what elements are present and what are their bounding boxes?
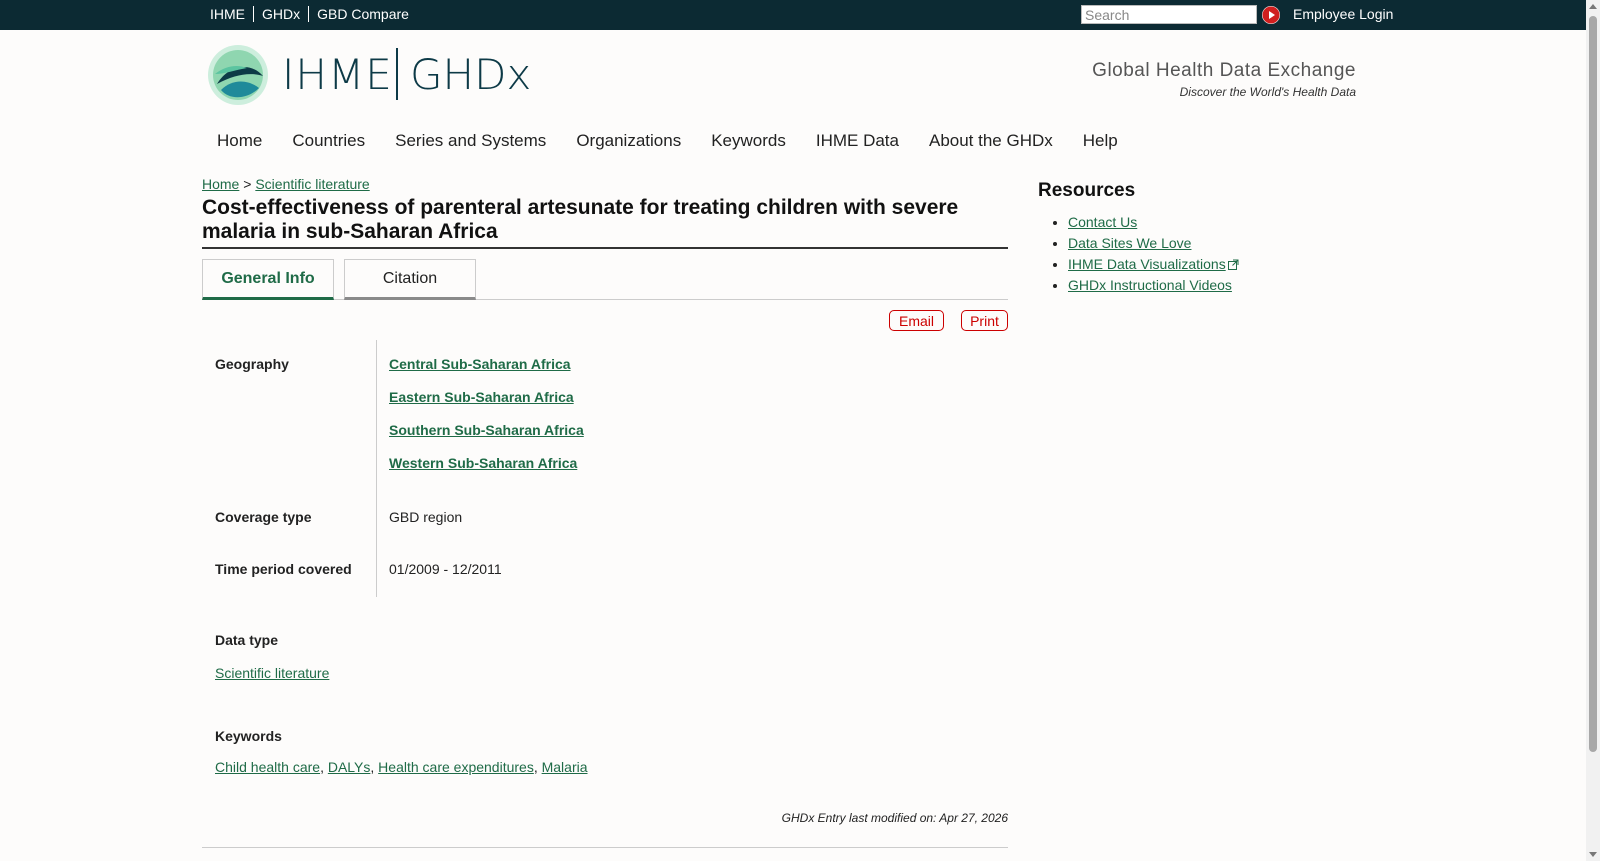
resources-item: Data Sites We Love: [1068, 235, 1239, 251]
geography-label: Geography: [215, 356, 289, 372]
search-go-button[interactable]: [1262, 6, 1280, 24]
geography-link-western[interactable]: Western Sub-Saharan Africa: [389, 455, 577, 471]
nav-item-about[interactable]: About the GHDx: [914, 131, 1068, 151]
coverage-type-label: Coverage type: [215, 509, 312, 525]
tagline-title: Global Health Data Exchange: [1092, 60, 1356, 81]
time-period-label: Time period covered: [215, 561, 352, 577]
scroll-down-arrow-icon[interactable]: [1589, 852, 1597, 857]
top-link-gbd-compare[interactable]: GBD Compare: [309, 6, 417, 22]
keywords-label: Keywords: [215, 728, 282, 744]
nav-item-keywords[interactable]: Keywords: [696, 131, 801, 151]
resource-link-instructional-videos[interactable]: GHDx Instructional Videos: [1068, 277, 1232, 293]
search-input[interactable]: [1081, 5, 1257, 24]
tab-general-info[interactable]: General Info: [202, 259, 334, 300]
details-divider: [376, 340, 377, 597]
nav-item-ihme-data[interactable]: IHME Data: [801, 131, 914, 151]
data-type-label: Data type: [215, 632, 279, 648]
keyword-link-malaria[interactable]: Malaria: [542, 759, 588, 775]
resources-item: GHDx Instructional Videos: [1068, 277, 1239, 293]
print-button[interactable]: Print: [961, 310, 1008, 331]
external-link-icon: [1227, 259, 1239, 270]
play-circle-icon: [1262, 6, 1280, 24]
breadcrumb: Home > Scientific literature: [202, 176, 370, 192]
resource-link-contact-us[interactable]: Contact Us: [1068, 214, 1137, 230]
tab-citation[interactable]: Citation: [344, 259, 476, 300]
keyword-link-dalys[interactable]: DALYs: [328, 759, 371, 775]
ihme-logo-icon[interactable]: [207, 44, 269, 111]
nav-item-organizations[interactable]: Organizations: [561, 131, 696, 151]
breadcrumb-home[interactable]: Home: [202, 176, 239, 192]
keyword-separator: ,: [370, 759, 375, 775]
logo-divider: [396, 48, 398, 100]
geography-link-eastern[interactable]: Eastern Sub-Saharan Africa: [389, 389, 574, 405]
top-bar: IHME GHDx GBD Compare Employee Login: [0, 0, 1586, 30]
top-link-ihme[interactable]: IHME: [210, 6, 254, 22]
resources-list: Contact Us Data Sites We Love IHME Data …: [1068, 214, 1239, 298]
coverage-type-value: GBD region: [389, 509, 463, 525]
scrollbar-thumb[interactable]: [1589, 16, 1597, 752]
nav-item-home[interactable]: Home: [202, 131, 277, 151]
main-nav: Home Countries Series and Systems Organi…: [202, 131, 1133, 151]
employee-login-link[interactable]: Employee Login: [1293, 6, 1393, 22]
keywords-list: Child health care, DALYs, Health care ex…: [215, 759, 588, 775]
scroll-up-arrow-icon[interactable]: [1589, 4, 1597, 9]
page-title: Cost-effectiveness of parenteral artesun…: [202, 196, 1008, 249]
resources-item: IHME Data Visualizations: [1068, 256, 1239, 272]
tagline-subtitle: Discover the World's Health Data: [1179, 85, 1356, 99]
tab-bar: General Info Citation: [202, 259, 1008, 300]
logo-text-ihme: IHME: [282, 50, 393, 99]
nav-item-series-systems[interactable]: Series and Systems: [380, 131, 561, 151]
resources-item: Contact Us: [1068, 214, 1239, 230]
keyword-link-health-care-expenditures[interactable]: Health care expenditures: [378, 759, 534, 775]
last-modified-note: GHDx Entry last modified on: Apr 27, 202…: [781, 811, 1008, 825]
content-bottom-divider: [202, 847, 1008, 848]
top-links: IHME GHDx GBD Compare: [210, 6, 417, 22]
breadcrumb-separator: >: [243, 176, 252, 192]
data-type-link[interactable]: Scientific literature: [215, 665, 329, 681]
nav-item-countries[interactable]: Countries: [277, 131, 380, 151]
keyword-separator: ,: [320, 759, 324, 775]
geography-link-southern[interactable]: Southern Sub-Saharan Africa: [389, 422, 584, 438]
email-button[interactable]: Email: [889, 310, 944, 331]
time-period-value: 01/2009 - 12/2011: [389, 561, 502, 577]
resources-heading: Resources: [1038, 180, 1136, 201]
resource-link-ihme-visualizations[interactable]: IHME Data Visualizations: [1068, 256, 1226, 272]
logo-text-ghdx: GHDx: [410, 50, 532, 99]
nav-item-help[interactable]: Help: [1068, 131, 1133, 151]
top-link-ghdx[interactable]: GHDx: [254, 6, 310, 22]
keyword-separator: ,: [533, 759, 538, 775]
breadcrumb-scientific-literature[interactable]: Scientific literature: [255, 176, 369, 192]
geography-link-central[interactable]: Central Sub-Saharan Africa: [389, 356, 571, 372]
keyword-link-child-health-care[interactable]: Child health care: [215, 759, 320, 775]
page-scrollbar[interactable]: [1586, 0, 1600, 861]
resource-link-data-sites[interactable]: Data Sites We Love: [1068, 235, 1191, 251]
